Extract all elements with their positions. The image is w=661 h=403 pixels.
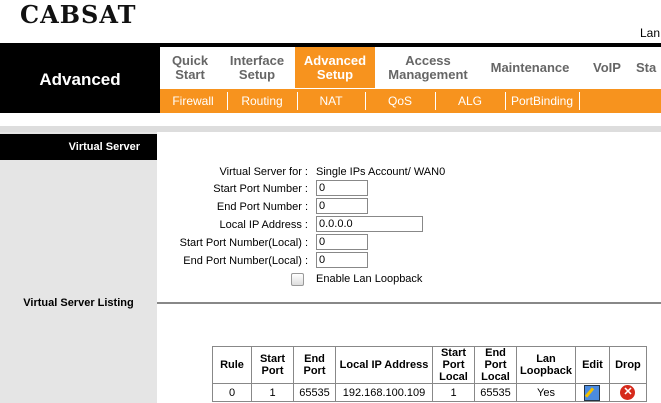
col-end-port: End Port (293, 346, 336, 384)
subnav-routing[interactable]: Routing (228, 89, 296, 113)
subnav-qos[interactable]: QoS (366, 89, 434, 113)
col-drop: Drop (608, 346, 647, 384)
nav-label: Maintenance (490, 59, 570, 75)
cell-rule: 0 (212, 383, 252, 402)
nav-advanced-setup[interactable]: Advanced Setup (295, 47, 375, 88)
local-ip-label: Local IP Address : (219, 219, 308, 231)
col-end-port-local: End Port Local (474, 346, 517, 384)
cell-start-port-local: 1 (432, 383, 475, 402)
logo: CABSAT (20, 0, 137, 29)
start-port-local-label: Start Port Number(Local) : (179, 237, 308, 249)
cell-start-port: 1 (251, 383, 294, 402)
virtual-server-tab[interactable]: Virtual Server (0, 134, 157, 160)
subnav-alg[interactable]: ALG (436, 89, 504, 113)
start-port-label: Start Port Number : (213, 183, 308, 195)
nav-voip[interactable]: VoIP (584, 47, 630, 88)
col-edit: Edit (574, 346, 610, 384)
subnav-separator (579, 92, 580, 110)
delete-icon[interactable]: ✕ (620, 385, 636, 400)
subnav-portbinding[interactable]: PortBinding (506, 89, 578, 113)
nav-label: Setup (238, 66, 276, 82)
listing-divider (157, 302, 661, 304)
cell-end-port: 65535 (293, 383, 336, 402)
main-nav: Quick Start Interface Setup Advanced Setup … (160, 47, 661, 88)
end-port-input[interactable] (316, 198, 368, 214)
end-port-label: End Port Number : (216, 201, 308, 213)
nav-label: Setup (316, 66, 354, 82)
nav-label: Access (405, 52, 451, 68)
edit-icon[interactable] (584, 384, 601, 401)
language-label[interactable]: Lan (640, 26, 660, 40)
end-port-local-label: End Port Number(Local) : (183, 255, 308, 267)
start-port-input[interactable] (316, 180, 368, 196)
nav-label: Interface (229, 52, 285, 68)
cell-lan-loopback: Yes (516, 383, 576, 402)
col-start-port: Start Port (251, 346, 294, 384)
table-row: 0 1 65535 192.168.100.109 1 65535 Yes ✕ (212, 383, 647, 402)
vs-for-value: Single IPs Account/ WAN0 (316, 166, 446, 178)
lan-loopback-label: Enable Lan Loopback (316, 273, 423, 285)
nav-label: Quick (171, 52, 209, 68)
left-column (0, 132, 157, 403)
col-lan-loopback: Lan Loopback (516, 346, 576, 384)
col-rule: Rule (212, 346, 252, 384)
local-ip-input[interactable] (316, 216, 423, 232)
nav-label: VoIP (593, 59, 621, 75)
col-local-ip: Local IP Address (335, 346, 433, 384)
nav-status[interactable]: Sta (636, 47, 661, 88)
nav-interface-setup[interactable]: Interface Setup (220, 47, 294, 88)
nav-label: Start (175, 66, 205, 82)
lan-loopback-checkbox[interactable] (291, 273, 304, 286)
virtual-server-table: Rule Start Port End Port Local IP Address … (212, 346, 647, 402)
sub-nav: Firewall Routing NAT QoS ALG PortBinding (160, 89, 661, 113)
nav-label: Advanced (303, 52, 367, 68)
col-start-port-local: Start Port Local (432, 346, 475, 384)
start-port-local-input[interactable] (316, 234, 368, 250)
cell-end-port-local: 65535 (474, 383, 517, 402)
cell-local-ip: 192.168.100.109 (335, 383, 433, 402)
cell-edit (574, 383, 610, 402)
table-header-row: Rule Start Port End Port Local IP Address … (212, 346, 647, 384)
subnav-firewall[interactable]: Firewall (160, 89, 226, 113)
end-port-local-input[interactable] (316, 252, 368, 268)
nav-label: Sta (636, 59, 657, 75)
virtual-server-listing-label: Virtual Server Listing (23, 297, 134, 309)
vs-for-label: Virtual Server for : (219, 166, 308, 178)
nav-access-management[interactable]: Access Management (378, 47, 478, 88)
nav-label: Management (388, 66, 468, 82)
section-title: Advanced (0, 47, 160, 113)
nav-quick-start[interactable]: Quick Start (160, 47, 220, 88)
cell-drop: ✕ (608, 383, 647, 402)
nav-maintenance[interactable]: Maintenance (480, 47, 580, 88)
subnav-nat[interactable]: NAT (298, 89, 364, 113)
